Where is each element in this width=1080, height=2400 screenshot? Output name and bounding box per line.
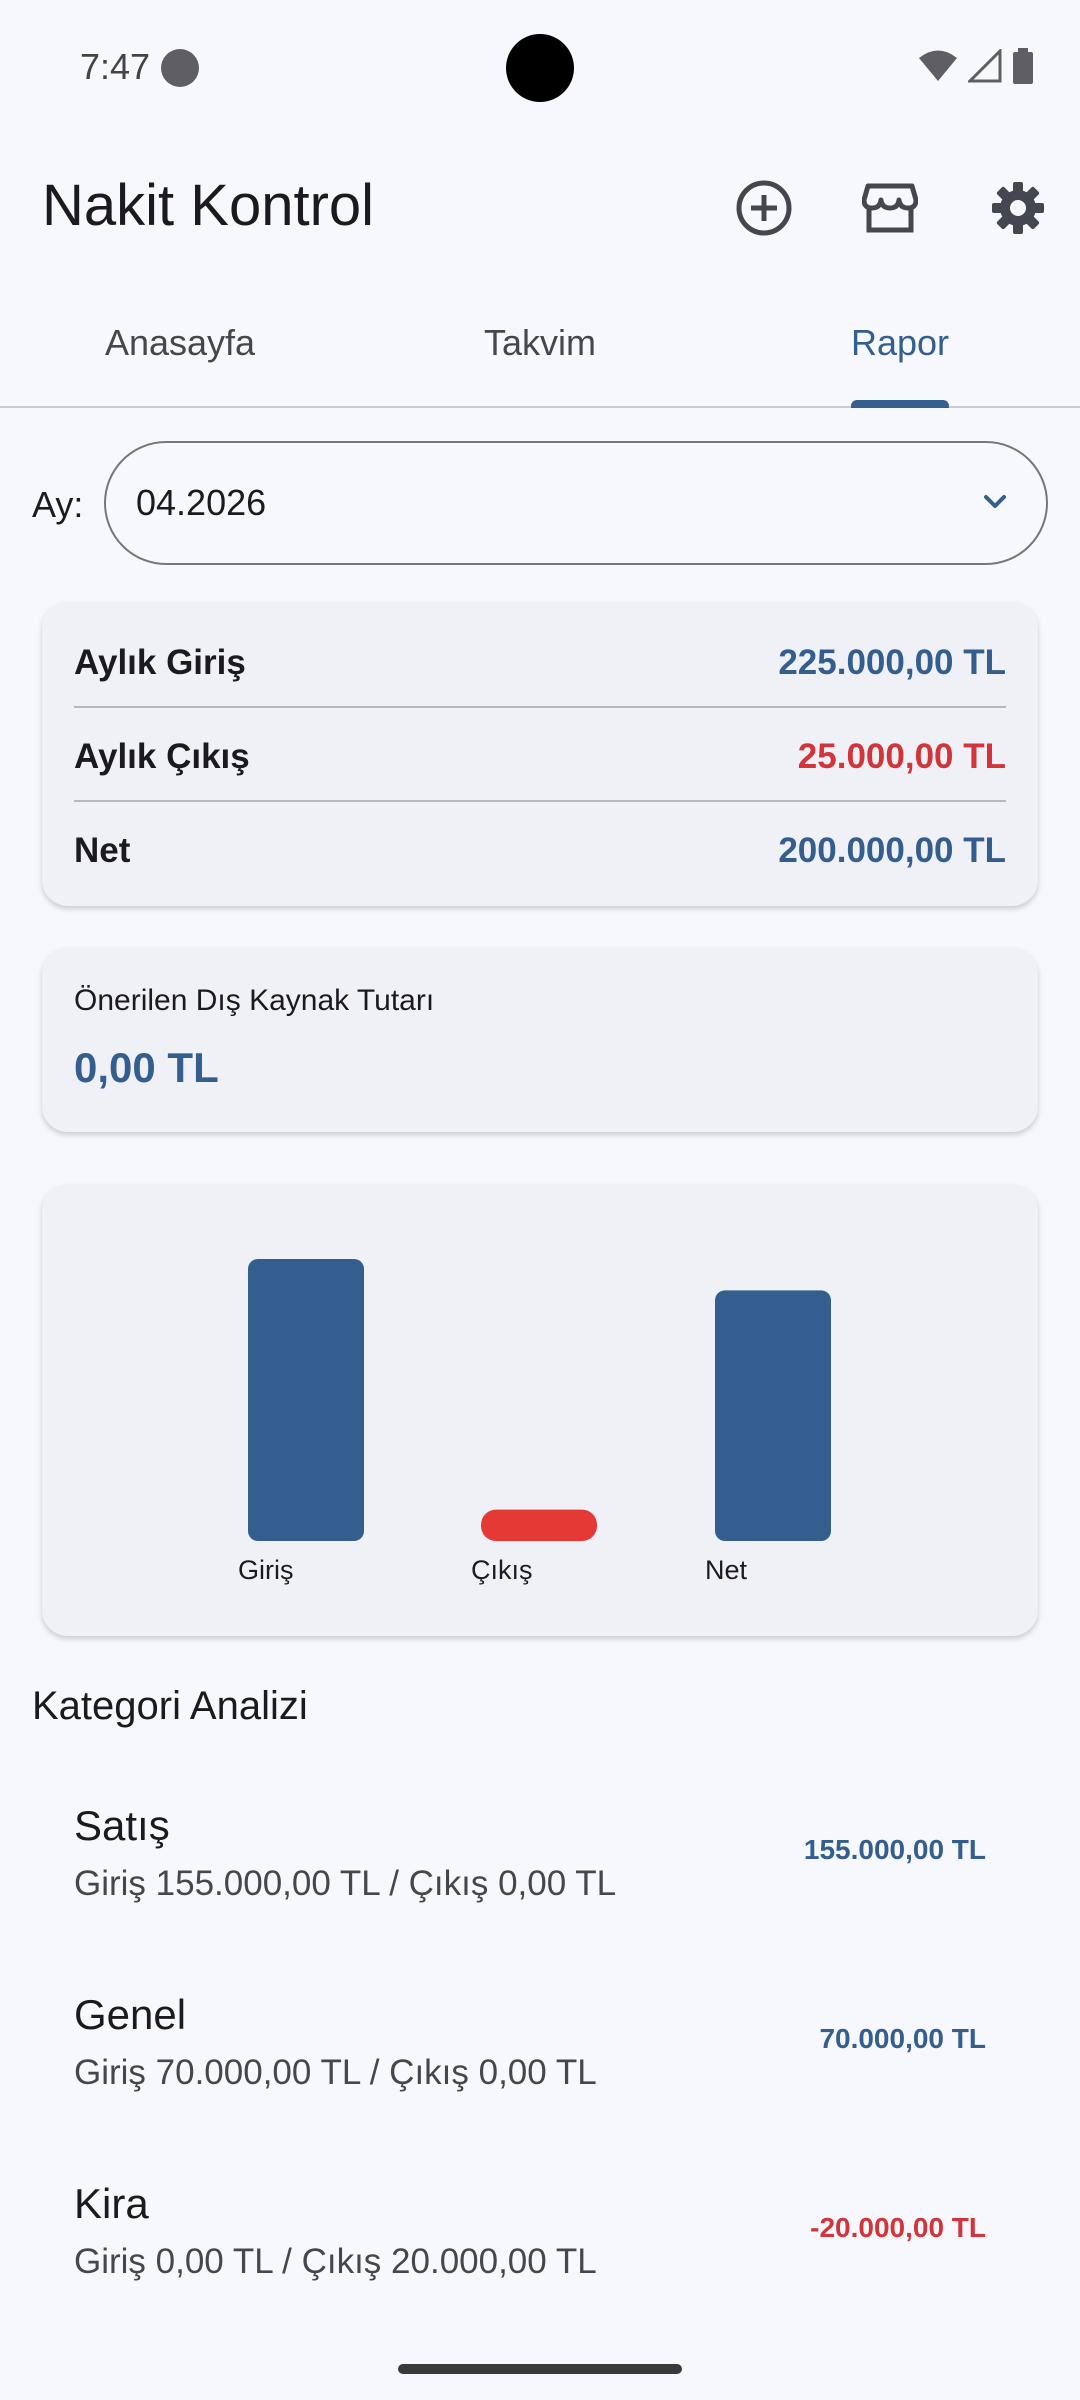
bar-1: [481, 1509, 597, 1541]
category-item-satis[interactable]: Satış Giriş 155.000,00 TL / Çıkış 0,00 T…: [0, 1802, 1080, 1952]
external-funding-card: Önerilen Dış Kaynak Tutarı 0,00 TL: [42, 948, 1038, 1132]
store-button[interactable]: [850, 168, 930, 248]
category-name: Genel: [74, 1991, 187, 2038]
summary-row-expense: Aylık Çıkış 25.000,00 TL: [74, 710, 1006, 804]
tab-rapor[interactable]: Rapor: [720, 292, 1080, 406]
status-icons: [918, 48, 1034, 84]
store-icon: [862, 183, 918, 233]
monthly-summary-card: Aylık Giriş 225.000,00 TL Aylık Çıkış 25…: [42, 602, 1038, 906]
camera-cutout: [506, 34, 574, 102]
bar-label-2: Net: [705, 1555, 748, 1585]
battery-icon: [1013, 48, 1033, 84]
summary-row-income: Aylık Giriş 225.000,00 TL: [74, 616, 1006, 710]
summary-label: Aylık Giriş: [74, 643, 246, 682]
summary-value: 200.000,00 TL: [778, 831, 1006, 870]
category-name: Kira: [74, 2180, 149, 2227]
home-indicator[interactable]: [398, 2364, 682, 2374]
bar-label-1: Çıkış: [471, 1555, 533, 1585]
notification-dot-icon: [161, 49, 199, 87]
summary-row-net: Net 200.000,00 TL: [74, 804, 1006, 898]
category-name: Satış: [74, 1802, 170, 1849]
category-analysis-title: Kategori Analizi: [32, 1684, 308, 1728]
category-amount: 70.000,00 TL: [819, 2023, 986, 2054]
summary-value: 225.000,00 TL: [778, 643, 1006, 682]
gear-icon: [992, 182, 1044, 234]
external-funding-value: 0,00 TL: [74, 1044, 219, 1091]
bar-label-0: Giriş: [238, 1555, 294, 1585]
month-label: Ay:: [32, 484, 84, 525]
category-item-kira[interactable]: Kira Giriş 0,00 TL / Çıkış 20.000,00 TL …: [0, 2180, 1080, 2330]
month-dropdown[interactable]: 04.2026: [104, 441, 1048, 565]
tab-takvim[interactable]: Takvim: [360, 292, 720, 406]
divider: [74, 800, 1006, 802]
category-amount: -20.000,00 TL: [810, 2212, 986, 2243]
tab-indicator: [851, 400, 949, 408]
signal-icon: [968, 49, 1002, 83]
summary-label: Aylık Çıkış: [74, 737, 250, 776]
bar-0: [248, 1259, 364, 1541]
category-amount: 155.000,00 TL: [803, 1834, 986, 1865]
category-detail: Giriş 155.000,00 TL / Çıkış 0,00 TL: [74, 1864, 617, 1903]
bar-chart: Giriş Çıkış Net: [238, 1259, 831, 1585]
tab-anasayfa[interactable]: Anasayfa: [0, 292, 360, 406]
wifi-icon: [919, 50, 957, 81]
summary-value: 25.000,00 TL: [797, 737, 1006, 776]
bar-2: [715, 1290, 831, 1541]
chart-card: Giriş Çıkış Net: [42, 1184, 1038, 1636]
status-time: 7:47: [80, 46, 151, 87]
chevron-down-icon: [984, 495, 1006, 508]
add-circle-icon: [736, 180, 792, 236]
status-bar: 7:47: [0, 0, 1080, 136]
external-funding-label: Önerilen Dış Kaynak Tutarı: [74, 984, 435, 1017]
month-value: 04.2026: [136, 482, 267, 523]
divider: [74, 706, 1006, 708]
settings-button[interactable]: [978, 168, 1058, 248]
category-item-genel[interactable]: Genel Giriş 70.000,00 TL / Çıkış 0,00 TL…: [0, 1991, 1080, 2141]
category-detail: Giriş 0,00 TL / Çıkış 20.000,00 TL: [74, 2242, 597, 2281]
add-button[interactable]: [724, 168, 804, 248]
tab-bar: Anasayfa Takvim Rapor: [0, 292, 1080, 408]
category-detail: Giriş 70.000,00 TL / Çıkış 0,00 TL: [74, 2053, 597, 2092]
app-title: Nakit Kontrol: [42, 173, 375, 238]
summary-label: Net: [74, 831, 131, 870]
